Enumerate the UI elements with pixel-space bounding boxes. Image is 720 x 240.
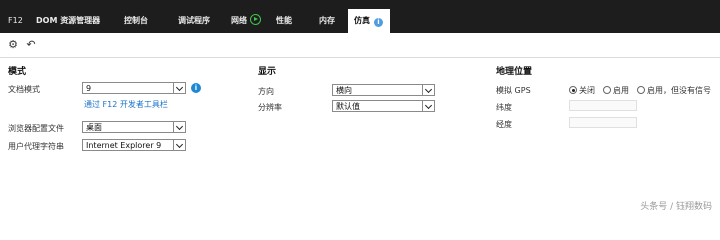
resolution-select[interactable]: 默认值 [332, 100, 435, 112]
document-mode-value: 9 [86, 84, 92, 93]
latitude-input[interactable] [569, 100, 637, 111]
tab-dom-explorer[interactable]: DOM 资源管理器 [30, 9, 106, 33]
user-agent-value: Internet Explorer 9 [86, 141, 162, 150]
info-icon[interactable]: i [191, 83, 201, 93]
document-mode-label: 文档模式 [8, 85, 40, 94]
tab-memory[interactable]: 内存 [313, 9, 341, 33]
toolbar-divider [0, 57, 720, 58]
play-icon[interactable] [250, 14, 261, 25]
browser-profile-label: 浏览器配置文件 [8, 124, 64, 133]
gps-no-signal-radio[interactable] [637, 86, 645, 94]
latitude-label: 纬度 [496, 103, 512, 112]
undo-icon[interactable]: ↶ [24, 38, 38, 52]
emulation-toolbar: ⚙ ↶ [0, 33, 720, 57]
browser-profile-value: 桌面 [86, 123, 102, 132]
resolution-value: 默认值 [336, 102, 360, 111]
document-mode-select[interactable]: 9 [82, 82, 186, 94]
resolution-label: 分辨率 [258, 103, 282, 112]
browser-profile-select[interactable]: 桌面 [82, 121, 186, 133]
mode-section-title: 模式 [8, 67, 27, 77]
settings-gear-icon[interactable]: ⚙ [6, 38, 20, 52]
user-agent-select[interactable]: Internet Explorer 9 [82, 139, 186, 151]
chevron-down-icon [422, 85, 434, 95]
gps-on-radio[interactable] [603, 86, 611, 94]
chevron-down-icon [173, 122, 185, 132]
tab-debugger[interactable]: 调试程序 [172, 9, 216, 33]
devtools-tab-bar: F12 DOM 资源管理器 控制台 调试程序 网络 性能 内存 仿真 i [0, 0, 720, 33]
chevron-down-icon [173, 83, 185, 93]
chevron-down-icon [173, 140, 185, 150]
orientation-select[interactable]: 横向 [332, 84, 435, 96]
longitude-input[interactable] [569, 117, 637, 128]
watermark: 头条号 / 钰翔数码 [640, 202, 712, 212]
display-section-title: 显示 [258, 67, 277, 77]
tab-emulation[interactable]: 仿真 i [348, 9, 390, 33]
gps-off-radio[interactable] [569, 86, 577, 94]
tab-network-label: 网络 [231, 16, 247, 25]
tab-console[interactable]: 控制台 [118, 9, 154, 33]
f12-toolbar-link[interactable]: 通过 F12 开发者工具栏 [84, 99, 168, 110]
chevron-down-icon [422, 101, 434, 111]
tab-performance[interactable]: 性能 [270, 9, 298, 33]
f12-label: F12 [8, 16, 23, 25]
orientation-label: 方向 [258, 87, 274, 96]
gps-on-label[interactable]: 启用 [613, 85, 629, 96]
tab-emulation-label: 仿真 [354, 16, 370, 25]
tab-network[interactable]: 网络 [225, 9, 267, 33]
gps-label: 模拟 GPS [496, 86, 531, 95]
longitude-label: 经度 [496, 120, 512, 129]
gps-no-signal-label[interactable]: 启用，但没有信号 [647, 85, 711, 96]
gps-off-label[interactable]: 关闭 [579, 85, 595, 96]
geolocation-section-title: 地理位置 [496, 67, 533, 77]
info-icon: i [374, 18, 383, 27]
user-agent-label: 用户代理字符串 [8, 142, 64, 151]
orientation-value: 横向 [336, 86, 352, 95]
